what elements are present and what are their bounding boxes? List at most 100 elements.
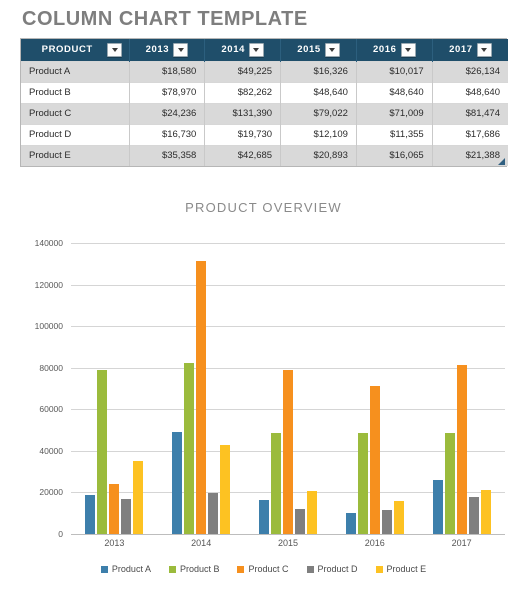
legend-label: Product C bbox=[248, 564, 289, 574]
filter-chevron-down-icon[interactable] bbox=[476, 42, 492, 57]
chart-x-tick-label: 2014 bbox=[191, 538, 212, 548]
table-header: PRODUCT 2013 2014 2015 2016 2017 bbox=[21, 39, 508, 61]
cell-value: $10,017 bbox=[356, 60, 433, 82]
legend-swatch-icon bbox=[375, 565, 383, 573]
chart-x-tick-label: 2015 bbox=[277, 538, 299, 548]
legend-item-product-d[interactable]: Product D bbox=[306, 564, 358, 574]
cell-value: $81,474 bbox=[432, 102, 508, 124]
chart-bar-group-2016 bbox=[331, 243, 418, 534]
cell-value: $17,686 bbox=[432, 123, 508, 145]
chart-bar bbox=[393, 500, 404, 534]
chart-bar bbox=[258, 500, 269, 534]
legend-item-product-e[interactable]: Product E bbox=[375, 564, 427, 574]
chart-bar bbox=[220, 445, 231, 534]
column-header-label: PRODUCT bbox=[41, 44, 93, 56]
cell-value: $71,009 bbox=[356, 102, 433, 124]
chart-bar bbox=[109, 483, 120, 534]
table-row[interactable]: Product B $78,970 $82,262 $48,640 $48,640 $48… bbox=[21, 81, 508, 103]
cell-value: $48,640 bbox=[356, 81, 433, 103]
chart-bar bbox=[184, 363, 195, 534]
chart-title: PRODUCT OVERVIEW bbox=[185, 200, 342, 215]
cell-product-name: Product A bbox=[21, 60, 130, 82]
resize-grip[interactable] bbox=[498, 158, 505, 165]
filter-chevron-down-icon[interactable] bbox=[107, 42, 123, 57]
cell-value: $49,225 bbox=[204, 60, 282, 82]
cell-value: $48,640 bbox=[432, 81, 508, 103]
cell-value: $24,236 bbox=[129, 102, 206, 124]
chart-y-tick-label: 80000 bbox=[39, 362, 63, 373]
page-title: COLUMN CHART TEMPLATE bbox=[22, 8, 308, 30]
chevron-down-icon bbox=[481, 47, 488, 52]
chart-bar bbox=[97, 369, 108, 534]
column-header-label: 2013 bbox=[145, 44, 170, 56]
chevron-down-icon bbox=[405, 47, 412, 52]
chart-y-tick-label: 100000 bbox=[34, 321, 63, 332]
table-body: Product A $18,580 $49,225 $16,326 $10,017 $26… bbox=[21, 60, 508, 166]
product-data-table: PRODUCT 2013 2014 2015 2016 2017 Product A $18… bbox=[21, 39, 508, 166]
cell-product-name: Product D bbox=[21, 123, 130, 145]
cell-value: $11,355 bbox=[356, 123, 433, 145]
legend-item-product-a[interactable]: Product A bbox=[100, 564, 151, 574]
table-header-row: PRODUCT 2013 2014 2015 2016 2017 bbox=[21, 39, 508, 61]
filter-chevron-down-icon[interactable] bbox=[173, 42, 189, 57]
chart-bar bbox=[480, 489, 491, 534]
data-table-container: PRODUCT 2013 2014 2015 2016 2017 Product A $18… bbox=[20, 38, 508, 167]
cell-value: $35,358 bbox=[129, 144, 206, 166]
chart-bar bbox=[294, 508, 305, 534]
chart-bar bbox=[369, 386, 380, 534]
chart-bar-group-2015 bbox=[245, 243, 332, 534]
table-column-header-product[interactable]: PRODUCT bbox=[21, 39, 130, 61]
cell-value: $26,134 bbox=[432, 60, 508, 82]
chart-y-tick-label: 40000 bbox=[39, 445, 63, 456]
chart-bar bbox=[196, 260, 207, 534]
cell-value: $16,065 bbox=[356, 144, 433, 166]
filter-chevron-down-icon[interactable] bbox=[400, 42, 416, 57]
cell-value: $21,388 bbox=[432, 144, 508, 166]
cell-value: $16,730 bbox=[129, 123, 206, 145]
table-column-header-2013[interactable]: 2013 bbox=[129, 39, 206, 61]
chart-bar bbox=[133, 460, 144, 534]
chart-panel: PRODUCT OVERVIEW 0 20000 40000 60000 80000 10… bbox=[0, 186, 527, 606]
chart-x-tick-label: 2017 bbox=[451, 538, 472, 548]
table-row[interactable]: Product A $18,580 $49,225 $16,326 $10,017 $26… bbox=[21, 60, 508, 82]
table-column-header-2014[interactable]: 2014 bbox=[204, 39, 282, 61]
chart-bar bbox=[270, 432, 281, 534]
legend-item-product-b[interactable]: Product B bbox=[168, 564, 220, 574]
table-column-header-2016[interactable]: 2016 bbox=[356, 39, 433, 61]
table-column-header-2017[interactable]: 2017 bbox=[432, 39, 508, 61]
chart-bar-group-2017 bbox=[418, 243, 505, 534]
chart-y-tick-label: 0 bbox=[58, 529, 63, 539]
legend-swatch-icon bbox=[100, 565, 108, 573]
chart-bar bbox=[306, 490, 317, 534]
chart-bar bbox=[172, 431, 183, 534]
chart-x-tick-label: 2016 bbox=[364, 538, 385, 548]
chart-x-tick-label: 2013 bbox=[104, 538, 125, 548]
filter-chevron-down-icon[interactable] bbox=[248, 42, 264, 57]
table-row[interactable]: Product D $16,730 $19,730 $12,109 $11,355 $17… bbox=[21, 123, 508, 145]
chart-legend: Product A Product B Product C Product D Prod… bbox=[0, 564, 527, 574]
column-header-label: 2015 bbox=[297, 44, 321, 56]
table-row[interactable]: Product E $35,358 $42,685 $20,893 $16,065 $21… bbox=[21, 144, 508, 166]
chart-y-tick-label: 20000 bbox=[39, 487, 63, 498]
cell-product-name: Product C bbox=[21, 102, 130, 124]
chart-bar bbox=[85, 495, 96, 534]
cell-value: $131,390 bbox=[204, 102, 282, 124]
cell-value: $16,326 bbox=[280, 60, 357, 82]
cell-product-name: Product E bbox=[21, 144, 130, 166]
legend-swatch-icon bbox=[306, 565, 314, 573]
chart-y-tick-label: 60000 bbox=[39, 404, 63, 415]
table-column-header-2015[interactable]: 2015 bbox=[280, 39, 357, 61]
chart-y-tick-label: 120000 bbox=[34, 279, 63, 290]
legend-item-product-c[interactable]: Product C bbox=[237, 564, 289, 574]
chart-bar bbox=[282, 369, 293, 534]
legend-label: Product E bbox=[386, 564, 427, 574]
legend-label: Product B bbox=[179, 564, 220, 574]
table-row[interactable]: Product C $24,236 $131,390 $79,022 $71,009 $8… bbox=[21, 102, 508, 124]
cell-value: $48,640 bbox=[280, 81, 357, 103]
cell-value: $42,685 bbox=[204, 144, 282, 166]
column-header-label: 2014 bbox=[221, 44, 245, 56]
chevron-down-icon bbox=[177, 47, 184, 52]
cell-value: $78,970 bbox=[129, 81, 206, 103]
filter-chevron-down-icon[interactable] bbox=[324, 42, 340, 57]
chevron-down-icon bbox=[329, 47, 336, 52]
